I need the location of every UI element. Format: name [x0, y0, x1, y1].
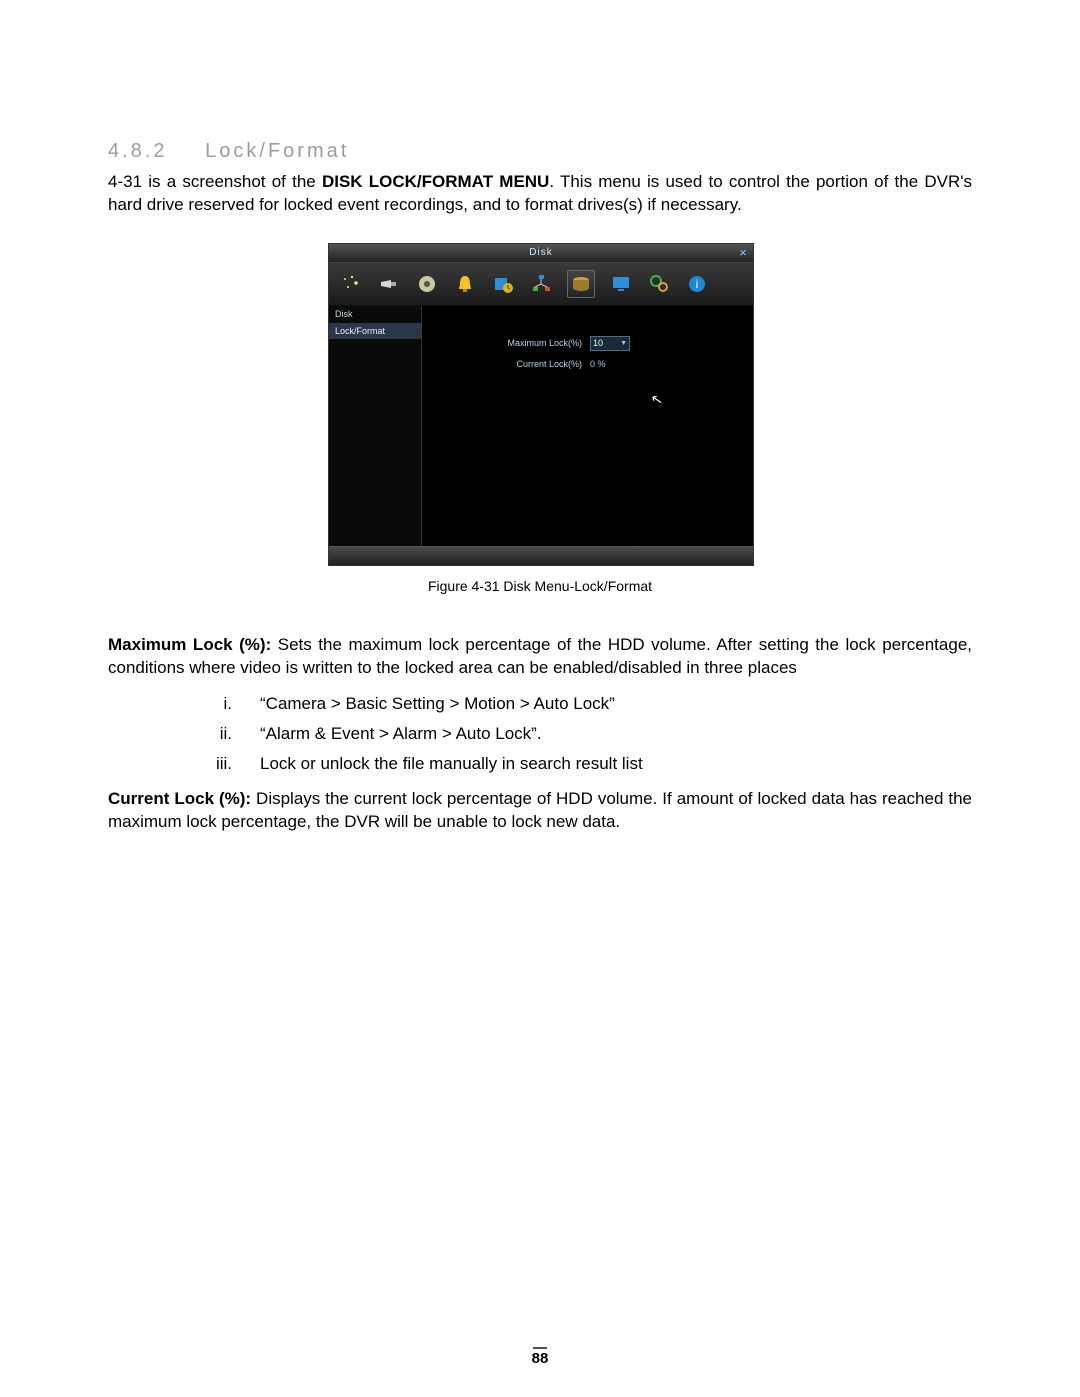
info-icon[interactable]: i — [685, 272, 709, 296]
figure-screenshot: Disk × — [328, 243, 752, 566]
list-item: i. “Camera > Basic Setting > Motion > Au… — [184, 694, 972, 714]
intro-pre: 4-31 is a screenshot of the — [108, 172, 322, 191]
max-lock-value: 10 — [593, 337, 603, 350]
svg-text:i: i — [696, 277, 699, 291]
list-num: ii. — [184, 724, 260, 744]
max-lock-paragraph: Maximum Lock (%): Sets the maximum lock … — [108, 634, 972, 680]
current-lock-term: Current Lock (%): — [108, 789, 256, 808]
settings-panel: Maximum Lock(%) 10 ▼ Current Lock(%) 0 %… — [422, 306, 753, 546]
max-lock-label: Maximum Lock(%) — [482, 338, 582, 348]
close-icon[interactable]: × — [736, 245, 751, 260]
list-text: Lock or unlock the file manually in sear… — [260, 754, 643, 774]
conditions-list: i. “Camera > Basic Setting > Motion > Au… — [108, 694, 972, 774]
camera-icon[interactable] — [377, 272, 401, 296]
intro-paragraph: 4-31 is a screenshot of the DISK LOCK/FO… — [108, 171, 972, 217]
page-number-value: 88 — [532, 1350, 549, 1367]
section-title: Lock/Format — [205, 140, 349, 162]
max-lock-term: Maximum Lock (%): — [108, 635, 278, 654]
figure-caption: Figure 4-31 Disk Menu-Lock/Format — [108, 578, 972, 594]
list-item: ii. “Alarm & Event > Alarm > Auto Lock”. — [184, 724, 972, 744]
section-heading: 4.8.2 Lock/Format — [108, 140, 972, 163]
dvr-window: Disk × — [328, 243, 754, 566]
network-icon[interactable] — [529, 272, 553, 296]
display-icon[interactable] — [609, 272, 633, 296]
settings-icon[interactable] — [647, 272, 671, 296]
toolbar: i — [329, 262, 753, 306]
wizard-icon[interactable] — [339, 272, 363, 296]
nav-item-lock-format[interactable]: Lock/Format — [329, 323, 421, 340]
page-number: 88 — [0, 1347, 1080, 1367]
disk-icon[interactable] — [567, 270, 595, 298]
nav-item-disk[interactable]: Disk — [329, 306, 421, 323]
chevron-down-icon: ▼ — [620, 337, 627, 350]
list-num: iii. — [184, 754, 260, 774]
max-lock-dropdown[interactable]: 10 ▼ — [590, 336, 630, 351]
current-lock-value: 0 % — [590, 359, 606, 369]
list-item: iii. Lock or unlock the file manually in… — [184, 754, 972, 774]
record-icon[interactable] — [415, 272, 439, 296]
current-lock-paragraph: Current Lock (%): Displays the current l… — [108, 788, 972, 834]
window-title: Disk — [529, 247, 552, 258]
status-bar — [329, 546, 753, 565]
intro-bold: DISK LOCK/FORMAT MENU — [322, 172, 549, 191]
section-number: 4.8.2 — [108, 140, 167, 162]
window-title-bar: Disk × — [329, 244, 753, 262]
mouse-cursor-icon: ↖ — [650, 390, 665, 409]
list-num: i. — [184, 694, 260, 714]
alarm-icon[interactable] — [453, 272, 477, 296]
current-lock-label: Current Lock(%) — [482, 359, 582, 369]
list-text: “Alarm & Event > Alarm > Auto Lock”. — [260, 724, 542, 744]
schedule-icon[interactable] — [491, 272, 515, 296]
side-nav: Disk Lock/Format — [329, 306, 422, 546]
list-text: “Camera > Basic Setting > Motion > Auto … — [260, 694, 615, 714]
